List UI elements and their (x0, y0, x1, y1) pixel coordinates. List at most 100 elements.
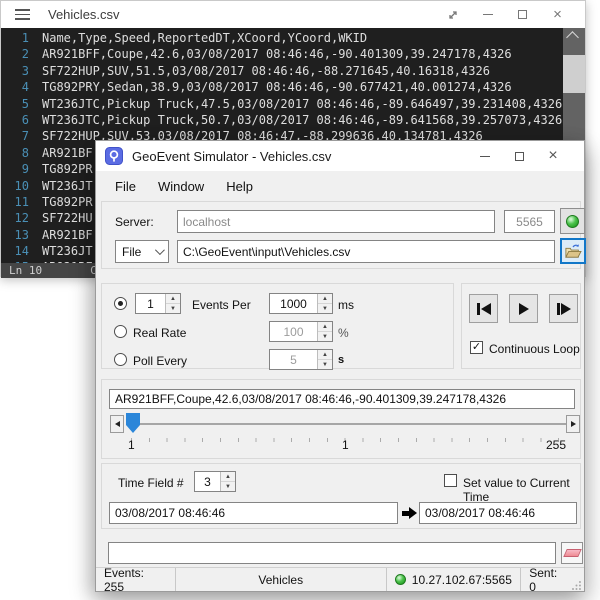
line-number: 5 (1, 96, 29, 112)
line-number: 11 (1, 194, 29, 210)
line-text: AR921BFF,Coupe,42.6,03/08/2017 08:46:46,… (42, 46, 512, 62)
source-type-dropdown[interactable]: File (115, 240, 169, 263)
csv-row[interactable]: 6WT236JTC,Pickup Truck,50.7,03/08/2017 0… (1, 112, 585, 128)
real-rate-label: Real Rate (133, 326, 186, 340)
restart-button[interactable] (469, 294, 498, 323)
slider-max-label: 255 (546, 438, 566, 452)
time-to-field[interactable]: 03/08/2017 08:46:46 (419, 502, 577, 524)
server-input[interactable]: localhost (177, 210, 495, 233)
spin-down-icon: ▼ (318, 332, 332, 341)
line-number: 2 (1, 46, 29, 62)
arrow-right-icon (571, 421, 576, 427)
csv-row[interactable]: 2 AR921BFF,Coupe,42.6,03/08/2017 08:46:46… (1, 46, 585, 62)
line-text: WT236JTC,Pickup Truck,50.7,03/08/2017 08… (42, 112, 562, 128)
step-button[interactable] (549, 294, 578, 323)
maximize-button[interactable] (502, 142, 536, 170)
minimize-button[interactable] (470, 2, 505, 28)
real-rate-radio[interactable] (114, 325, 127, 338)
file-path-input[interactable]: C:\GeoEvent\input\Vehicles.csv (177, 240, 555, 263)
slider-right-button[interactable] (566, 415, 580, 433)
poll-every-radio[interactable] (114, 353, 127, 366)
geoevent-app-icon (105, 147, 123, 165)
real-rate-unit-label: % (338, 326, 349, 340)
time-group: Time Field # 3 ▲▼ Set value to Current T… (101, 463, 581, 529)
line-number: 13 (1, 227, 29, 243)
scroll-up-icon[interactable] (566, 31, 579, 44)
menu-hamburger-icon[interactable] (15, 9, 30, 20)
poll-spinner: 5 ▲▼ (269, 349, 333, 370)
play-button[interactable] (509, 294, 538, 323)
poll-unit-label: s (338, 354, 344, 366)
event-slider-track[interactable] (126, 423, 566, 425)
poll-value: 5 (270, 350, 317, 369)
slider-left-button[interactable] (110, 415, 124, 433)
csv-row[interactable]: 4TG892PRY,Sedan,38.9,03/08/2017 08:46:46… (1, 79, 585, 95)
clear-log-button[interactable] (561, 542, 583, 564)
close-button[interactable]: × (536, 142, 570, 170)
line-text: AR921BF (42, 227, 93, 243)
event-slider-thumb[interactable] (126, 413, 140, 433)
menu-window[interactable]: Window (147, 175, 215, 198)
spin-down-icon[interactable]: ▼ (221, 482, 235, 491)
csv-row[interactable]: 3SF722HUP,SUV,51.5,03/08/2017 08:46:46,-… (1, 63, 585, 79)
playback-group: Continuous Loop (461, 283, 581, 369)
continuous-loop-checkbox[interactable] (470, 341, 483, 354)
expand-diagonal-button[interactable] (435, 2, 470, 28)
poll-every-label: Poll Every (133, 354, 187, 368)
line-number: 1 (1, 30, 29, 46)
spin-up-icon[interactable]: ▲ (318, 294, 332, 304)
open-folder-icon (564, 243, 582, 259)
menu-help[interactable]: Help (215, 175, 264, 198)
events-count-spinner[interactable]: 1 ▲▼ (135, 293, 181, 314)
source-type-value: File (122, 245, 141, 259)
current-time-checkbox[interactable] (444, 474, 457, 487)
line-indicator: Ln 10 (9, 264, 42, 277)
scrollbar-thumb[interactable] (563, 55, 585, 93)
spin-down-icon[interactable]: ▼ (166, 304, 180, 313)
skip-start-icon (477, 303, 480, 315)
desktop: Vehicles.csv × 1Name,Type,Speed,Reported… (0, 0, 600, 600)
minimize-button[interactable] (468, 142, 502, 170)
line-text: TG892PR (42, 194, 93, 210)
events-per-label: Events Per (192, 298, 251, 312)
play-icon (519, 303, 529, 315)
events-per-radio[interactable] (114, 297, 127, 310)
events-count-status: Events: 255 (96, 568, 176, 591)
sent-count-status: Sent: 0 (521, 568, 571, 591)
connection-status: 10.27.102.67:5565 (387, 568, 521, 591)
resize-grip[interactable] (571, 580, 582, 591)
time-field-spinner[interactable]: 3 ▲▼ (194, 471, 236, 492)
line-number: 3 (1, 63, 29, 79)
server-label: Server: (115, 215, 154, 229)
maximize-button[interactable] (505, 2, 540, 28)
line-number: 10 (1, 178, 29, 194)
spin-down-icon[interactable]: ▼ (318, 304, 332, 313)
menubar: File Window Help (96, 171, 584, 198)
csv-row[interactable]: 1Name,Type,Speed,ReportedDT,XCoord,YCoor… (1, 30, 585, 46)
spin-up-icon[interactable]: ▲ (166, 294, 180, 304)
port-input[interactable]: 5565 (504, 210, 555, 233)
line-text: WT236JT (42, 178, 93, 194)
line-text: WT236JT (42, 243, 93, 259)
interval-unit-label: ms (338, 298, 354, 312)
spin-up-icon[interactable]: ▲ (221, 472, 235, 482)
menu-file[interactable]: File (104, 175, 147, 198)
time-from-field[interactable]: 03/08/2017 08:46:46 (109, 502, 398, 524)
close-button[interactable]: × (540, 2, 575, 28)
line-number: 14 (1, 243, 29, 259)
skip-start-icon (481, 303, 491, 315)
browse-file-button[interactable] (560, 238, 586, 264)
line-number: 4 (1, 79, 29, 95)
connect-button[interactable] (560, 208, 585, 234)
time-field-label: Time Field # (118, 476, 184, 490)
rate-group: 1 ▲▼ Events Per 1000 ▲▼ ms Real Rate 100… (101, 283, 454, 369)
interval-spinner[interactable]: 1000 ▲▼ (269, 293, 333, 314)
continuous-loop-label: Continuous Loop (489, 342, 580, 356)
current-event-field[interactable]: AR921BFF,Coupe,42.6,03/08/2017 08:46:46,… (109, 389, 575, 409)
csv-row[interactable]: 5WT236JTC,Pickup Truck,47.5,03/08/2017 0… (1, 96, 585, 112)
line-number: 7 (1, 128, 29, 144)
line-number: 8 (1, 145, 29, 161)
message-log-field[interactable] (108, 542, 556, 564)
simulator-statusbar: Events: 255 Vehicles 10.27.102.67:5565 S… (96, 567, 584, 591)
interval-value: 1000 (270, 294, 317, 313)
